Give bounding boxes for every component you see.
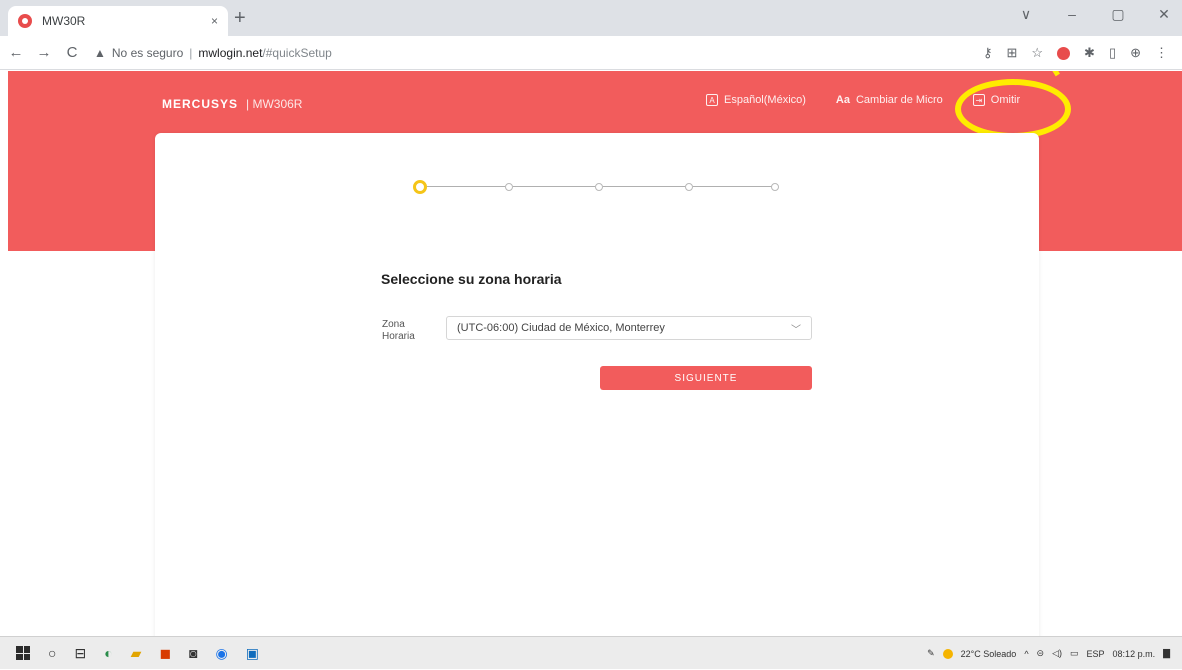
office-icon[interactable]: ◼ xyxy=(159,645,171,662)
chrome-icon[interactable]: ◉ xyxy=(216,645,228,662)
translate-icon[interactable]: ⊞ xyxy=(1006,45,1017,61)
mercusys-favicon-icon xyxy=(18,14,32,28)
annotation-highlight-circle xyxy=(955,79,1071,139)
file-explorer-icon[interactable]: ▰ xyxy=(131,645,142,662)
step-4 xyxy=(685,183,693,191)
language-indicator[interactable]: ESP xyxy=(1087,649,1105,659)
windows-taskbar: ○ ⊟ ◐ ▰ ◼ ◙ ◉ ▣ ✎ 22°C Soleado ^ ⊝ ◁) ▭ … xyxy=(0,636,1182,669)
puzzle-icon[interactable]: ✱ xyxy=(1084,45,1095,61)
brand-name: MERCUSYS xyxy=(162,97,239,111)
browser-tab[interactable]: MW30R × xyxy=(8,6,228,36)
brand-logo: MERCUSYS | MW306R xyxy=(162,97,302,111)
not-secure-label: No es seguro xyxy=(111,45,184,60)
step-5 xyxy=(771,183,779,191)
language-selector[interactable]: A Español(México) xyxy=(706,94,806,106)
volume-icon[interactable]: ◁) xyxy=(1052,648,1062,659)
toolbar-actions: ⚷ ⊞ ☆ ✱ ▯ ⊕ ⋮ xyxy=(983,36,1168,70)
maximize-icon[interactable]: ▢ xyxy=(1108,6,1128,23)
browser-tabstrip: MW30R × + ∨ – ▢ ✕ xyxy=(0,0,1182,36)
tray-chevron-icon[interactable]: ^ xyxy=(1024,649,1028,659)
window-controls: ∨ – ▢ ✕ xyxy=(1016,6,1174,23)
step-connector xyxy=(427,186,505,187)
tab-title: MW30R xyxy=(42,14,86,28)
weather-icon xyxy=(942,648,953,659)
wizard-stepper xyxy=(413,180,779,194)
back-icon[interactable]: ← xyxy=(4,44,28,61)
network-icon[interactable]: ⊝ xyxy=(1037,648,1045,659)
mercusys-extension-icon[interactable] xyxy=(1057,46,1071,60)
step-connector xyxy=(693,186,775,187)
star-icon[interactable]: ☆ xyxy=(1031,45,1043,61)
timezone-select[interactable]: (UTC-06:00) Ciudad de México, Monterrey … xyxy=(446,316,812,340)
tab-search-icon[interactable]: ∨ xyxy=(1016,6,1036,23)
change-password-link[interactable]: Aa Cambiar de Micro xyxy=(836,94,943,106)
profile-icon[interactable]: ⊕ xyxy=(1130,45,1141,61)
step-3 xyxy=(595,183,603,191)
taskbar-apps: ○ ⊟ ◐ ▰ ◼ ◙ ◉ ▣ xyxy=(16,645,259,662)
edge-icon[interactable]: ◐ xyxy=(104,645,112,661)
step-connector xyxy=(603,186,685,187)
change-password-label: Cambiar de Micro xyxy=(855,94,943,106)
sidepanel-icon[interactable]: ▯ xyxy=(1109,45,1116,61)
url-host: mwlogin.net xyxy=(198,45,263,60)
language-icon: A xyxy=(706,94,718,106)
outlook-icon[interactable]: ▣ xyxy=(246,645,259,662)
brand-model: | MW306R xyxy=(246,97,303,111)
notifications-icon[interactable]: ▇ xyxy=(1163,648,1170,659)
forward-icon[interactable]: → xyxy=(32,44,56,61)
clock[interactable]: 08:12 p.m. xyxy=(1113,649,1156,659)
task-view-icon[interactable]: ⊟ xyxy=(74,645,86,662)
address-bar[interactable]: ▲ No es seguro | mwlogin.net /#quickSetu… xyxy=(94,40,332,66)
next-button[interactable]: SIGUIENTE xyxy=(600,366,812,390)
photos-icon[interactable]: ◙ xyxy=(189,645,197,661)
new-tab-icon[interactable]: + xyxy=(234,8,246,28)
reload-icon[interactable]: C xyxy=(60,44,84,61)
password-icon: Aa xyxy=(835,94,850,106)
step-2 xyxy=(505,183,513,191)
timezone-value: (UTC-06:00) Ciudad de México, Monterrey xyxy=(457,322,665,334)
address-separator: | xyxy=(189,45,193,60)
step-1-active xyxy=(413,180,427,194)
keyboard-icon[interactable]: ▭ xyxy=(1070,648,1079,659)
warning-icon[interactable]: ▲ xyxy=(94,46,106,60)
browser-toolbar: ← → C ▲ No es seguro | mwlogin.net /#qui… xyxy=(0,36,1182,70)
language-label: Español(México) xyxy=(724,94,806,106)
weather-label[interactable]: 22°C Soleado xyxy=(961,649,1017,659)
url-path: /#quickSetup xyxy=(262,45,332,60)
router-page: MERCUSYS | MW306R A Español(México) Aa C… xyxy=(0,71,1182,636)
wizard-title: Seleccione su zona horaria xyxy=(381,271,562,287)
menu-icon[interactable]: ⋮ xyxy=(1155,45,1168,61)
tab-close-icon[interactable]: × xyxy=(211,14,218,28)
chevron-down-icon: ﹀ xyxy=(791,324,801,336)
wizard-card: Seleccione su zona horaria Zona Horaria … xyxy=(155,133,1039,636)
close-window-icon[interactable]: ✕ xyxy=(1154,6,1174,23)
system-tray: ✎ 22°C Soleado ^ ⊝ ◁) ▭ ESP 08:12 p.m. ▇ xyxy=(927,637,1170,670)
timezone-label: Zona Horaria xyxy=(382,319,415,342)
pen-icon[interactable]: ✎ xyxy=(927,648,935,659)
key-icon[interactable]: ⚷ xyxy=(983,45,993,61)
windows-start-icon[interactable] xyxy=(16,646,30,660)
search-icon[interactable]: ○ xyxy=(48,645,56,661)
step-connector xyxy=(513,186,595,187)
minimize-icon[interactable]: – xyxy=(1062,6,1082,23)
